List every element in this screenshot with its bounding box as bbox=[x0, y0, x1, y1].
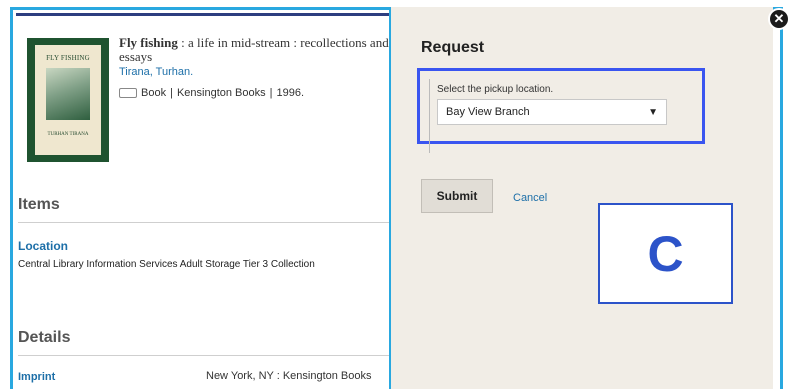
book-cover-art: FLY FISHING TURHAN TIRANA bbox=[35, 45, 101, 155]
book-year: 1996. bbox=[276, 87, 304, 99]
request-dialog: Request Select the pickup location. Bay … bbox=[389, 7, 773, 389]
items-heading: Items bbox=[18, 196, 60, 213]
book-cover[interactable]: FLY FISHING TURHAN TIRANA bbox=[27, 38, 109, 162]
location-value: Central Library Information Services Adu… bbox=[18, 259, 315, 270]
form-rule bbox=[429, 79, 430, 153]
details-divider bbox=[18, 355, 402, 356]
pickup-location-value: Bay View Branch bbox=[446, 106, 530, 118]
book-title[interactable]: Fly fishing : a life in mid-stream : rec… bbox=[119, 36, 403, 64]
close-icon[interactable]: ✕ bbox=[768, 8, 790, 30]
cover-illustration bbox=[46, 68, 90, 120]
dialog-title: Request bbox=[421, 39, 485, 56]
submit-button[interactable]: Submit bbox=[421, 179, 493, 213]
book-publisher: Kensington Books bbox=[176, 87, 266, 99]
book-author-link[interactable]: Tirana, Turhan. bbox=[119, 66, 193, 78]
meta-separator: | bbox=[170, 87, 173, 99]
items-divider bbox=[18, 222, 402, 223]
imprint-label: Imprint bbox=[18, 371, 56, 383]
details-heading: Details bbox=[18, 329, 71, 346]
location-label: Location bbox=[18, 239, 68, 253]
cover-author: TURHAN TIRANA bbox=[47, 132, 89, 137]
book-meta: Book | Kensington Books | 1996. bbox=[119, 87, 304, 99]
book-format: Book bbox=[141, 87, 167, 99]
chevron-down-icon: ▼ bbox=[648, 106, 658, 118]
book-title-main[interactable]: Fly fishing bbox=[119, 35, 178, 50]
cancel-link[interactable]: Cancel bbox=[513, 192, 547, 204]
cover-title: FLY FISHING bbox=[46, 54, 90, 62]
pickup-location-label: Select the pickup location. bbox=[437, 84, 554, 95]
meta-separator: | bbox=[269, 87, 273, 99]
annotation-letter-box: C bbox=[598, 203, 733, 304]
imprint-value: New York, NY : Kensington Books bbox=[206, 370, 372, 382]
pickup-location-select[interactable]: Bay View Branch ▼ bbox=[437, 99, 667, 125]
header-rule bbox=[16, 13, 402, 16]
book-format-icon bbox=[119, 88, 137, 98]
